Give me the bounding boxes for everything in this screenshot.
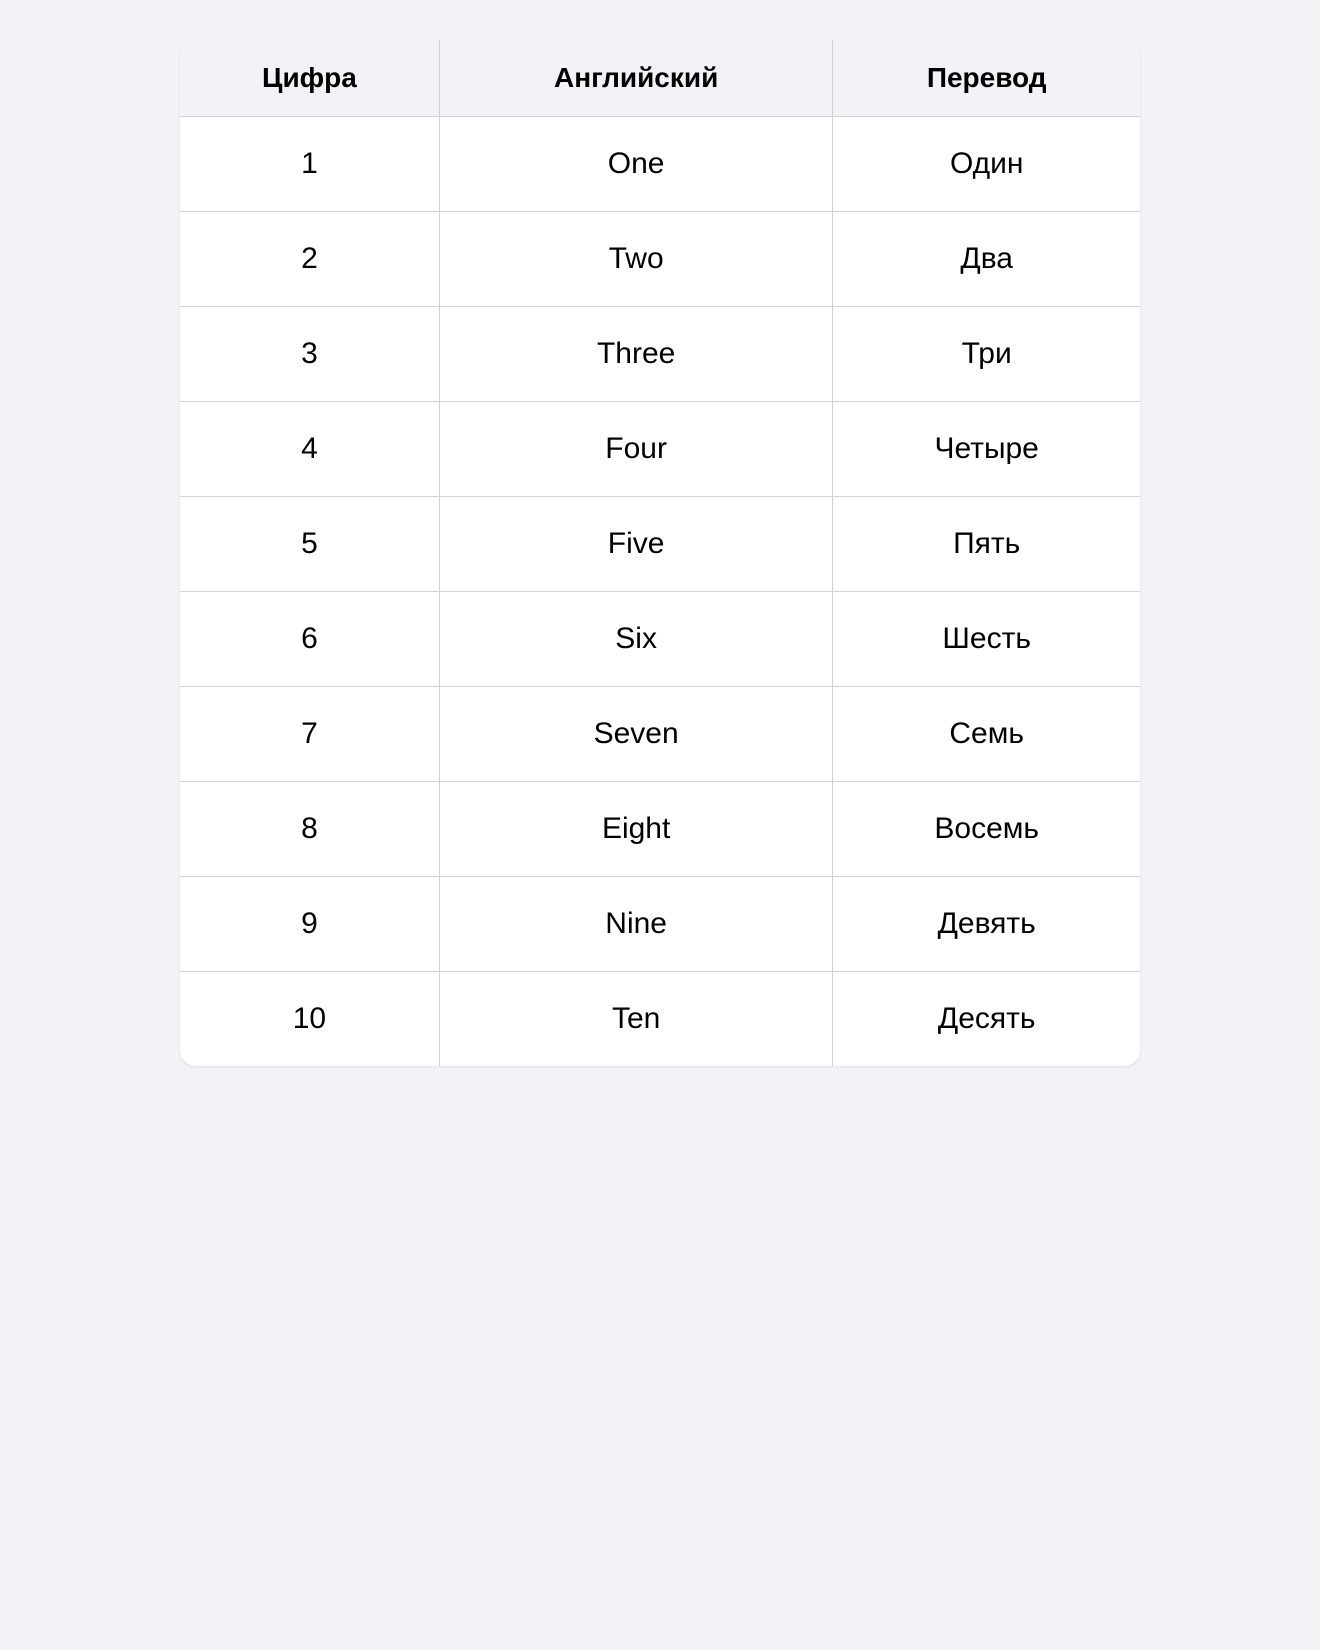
translation-cell: Семь <box>833 687 1140 782</box>
english-cell: Four <box>439 402 833 497</box>
table-row: 4FourЧетыре <box>180 402 1140 497</box>
table-row: 8EightВосемь <box>180 782 1140 877</box>
english-cell: Five <box>439 497 833 592</box>
translation-cell: Три <box>833 307 1140 402</box>
table-row: 1OneОдин <box>180 117 1140 212</box>
translation-cell: Четыре <box>833 402 1140 497</box>
table-row: 6SixШесть <box>180 592 1140 687</box>
english-column-header: Английский <box>439 40 833 117</box>
english-cell: Two <box>439 212 833 307</box>
digit-cell: 6 <box>180 592 439 687</box>
digit-cell: 7 <box>180 687 439 782</box>
digit-cell: 8 <box>180 782 439 877</box>
digit-cell: 3 <box>180 307 439 402</box>
table-row: 2TwoДва <box>180 212 1140 307</box>
english-cell: Ten <box>439 972 833 1067</box>
english-cell: Six <box>439 592 833 687</box>
digit-cell: 9 <box>180 877 439 972</box>
numbers-table: Цифра Английский Перевод 1OneОдин2TwoДва… <box>180 40 1140 1066</box>
translation-cell: Два <box>833 212 1140 307</box>
translation-cell: Пять <box>833 497 1140 592</box>
english-cell: Three <box>439 307 833 402</box>
english-cell: One <box>439 117 833 212</box>
translation-cell: Шесть <box>833 592 1140 687</box>
english-cell: Eight <box>439 782 833 877</box>
table-row: 7SevenСемь <box>180 687 1140 782</box>
digit-cell: 10 <box>180 972 439 1067</box>
digit-cell: 1 <box>180 117 439 212</box>
digit-cell: 5 <box>180 497 439 592</box>
translation-cell: Один <box>833 117 1140 212</box>
table-row: 9NineДевять <box>180 877 1140 972</box>
table-row: 3ThreeТри <box>180 307 1140 402</box>
english-cell: Nine <box>439 877 833 972</box>
table-header-row: Цифра Английский Перевод <box>180 40 1140 117</box>
translation-cell: Восемь <box>833 782 1140 877</box>
translation-cell: Девять <box>833 877 1140 972</box>
table-row: 10TenДесять <box>180 972 1140 1067</box>
translation-cell: Десять <box>833 972 1140 1067</box>
digit-cell: 2 <box>180 212 439 307</box>
digit-cell: 4 <box>180 402 439 497</box>
english-cell: Seven <box>439 687 833 782</box>
digit-column-header: Цифра <box>180 40 439 117</box>
numbers-table-container: Цифра Английский Перевод 1OneОдин2TwoДва… <box>180 40 1140 1066</box>
table-row: 5FiveПять <box>180 497 1140 592</box>
translation-column-header: Перевод <box>833 40 1140 117</box>
